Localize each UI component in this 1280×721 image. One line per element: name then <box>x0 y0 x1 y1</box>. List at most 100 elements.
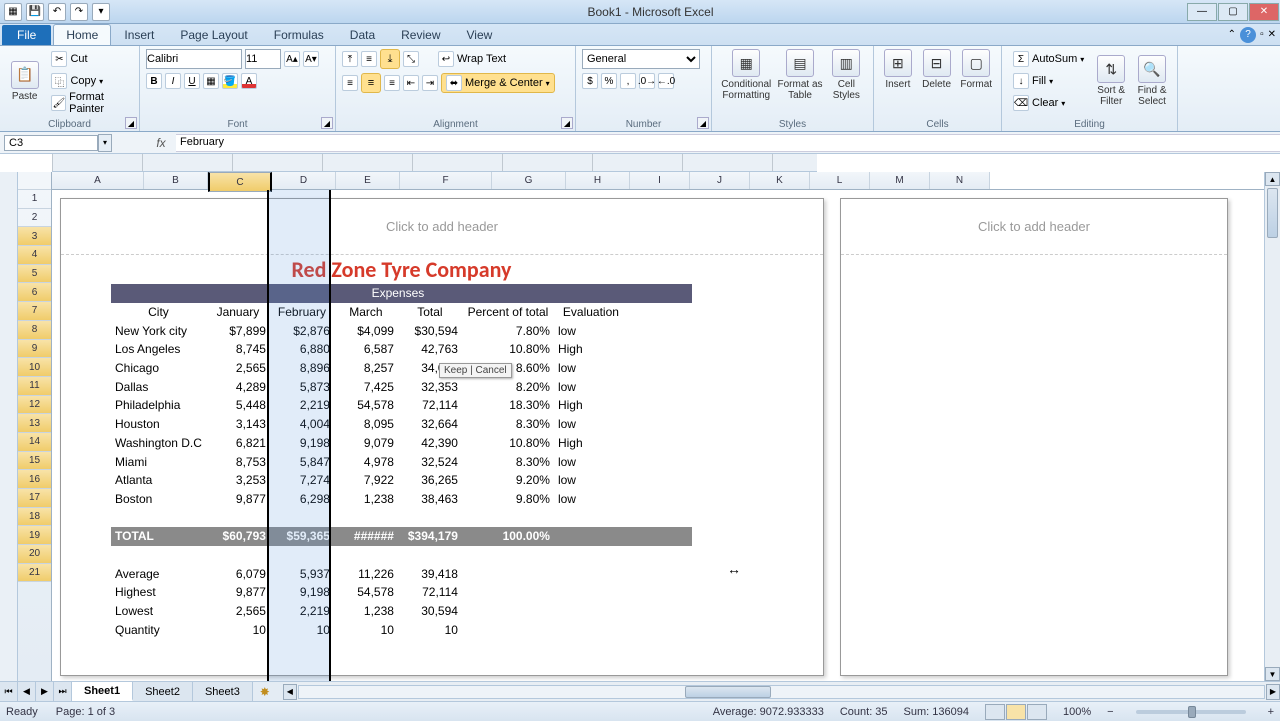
tab-nav-first[interactable]: ⏮ <box>0 682 18 701</box>
vertical-scrollbar[interactable]: ▲ ▼ <box>1264 172 1280 681</box>
row-header-16[interactable]: 16 <box>18 470 51 489</box>
row-header-17[interactable]: 17 <box>18 489 51 508</box>
tab-formulas[interactable]: Formulas <box>261 24 337 45</box>
tab-page-layout[interactable]: Page Layout <box>167 24 260 45</box>
close-mdi-icon[interactable]: ✕ <box>1268 29 1276 40</box>
row-header-11[interactable]: 11 <box>18 377 51 396</box>
align-left-icon[interactable]: ≡ <box>342 75 358 91</box>
row-header-14[interactable]: 14 <box>18 433 51 452</box>
col-header-C[interactable]: C <box>208 172 272 192</box>
sheet-tab-2[interactable]: Sheet2 <box>133 682 193 701</box>
tab-data[interactable]: Data <box>337 24 388 45</box>
row-header-8[interactable]: 8 <box>18 321 51 340</box>
dec-decimal-icon[interactable]: ←.0 <box>658 73 674 89</box>
align-top-icon[interactable]: ⤒ <box>342 51 358 67</box>
sort-filter-button[interactable]: ⇅Sort & Filter <box>1092 55 1130 107</box>
clipboard-dialog-launcher[interactable]: ◢ <box>125 117 137 129</box>
view-page-layout-button[interactable] <box>1006 704 1026 720</box>
font-size-input[interactable] <box>245 49 281 69</box>
zoom-in-button[interactable]: + <box>1268 706 1274 718</box>
delete-button[interactable]: ⊟Delete <box>919 49 955 90</box>
zoom-out-button[interactable]: − <box>1107 706 1113 718</box>
undo-icon[interactable]: ↶ <box>48 3 66 21</box>
tab-file[interactable]: File <box>2 25 51 45</box>
col-header-D[interactable]: D <box>272 172 336 189</box>
view-page-break-button[interactable] <box>1027 704 1047 720</box>
fill-color-button[interactable]: 🪣 <box>222 73 238 89</box>
number-dialog-launcher[interactable]: ◢ <box>697 117 709 129</box>
percent-icon[interactable]: % <box>601 73 617 89</box>
shrink-font-icon[interactable]: A▾ <box>303 51 319 67</box>
scroll-down-icon[interactable]: ▼ <box>1265 667 1280 681</box>
select-all[interactable] <box>18 172 51 190</box>
minimize-ribbon-icon[interactable]: ⌃ <box>1228 29 1236 40</box>
row-header-20[interactable]: 20 <box>18 545 51 564</box>
col-header-G[interactable]: G <box>492 172 566 189</box>
maximize-button[interactable]: ▢ <box>1218 3 1248 21</box>
row-header-15[interactable]: 15 <box>18 452 51 471</box>
new-sheet-button[interactable]: ✸ <box>253 682 277 701</box>
minimize-button[interactable]: — <box>1187 3 1217 21</box>
col-header-H[interactable]: H <box>566 172 630 189</box>
row-header-6[interactable]: 6 <box>18 283 51 302</box>
alignment-dialog-launcher[interactable]: ◢ <box>561 117 573 129</box>
tab-insert[interactable]: Insert <box>111 24 167 45</box>
underline-button[interactable]: U <box>184 73 200 89</box>
row-header-5[interactable]: 5 <box>18 265 51 284</box>
align-center-icon[interactable]: ≡ <box>361 73 381 93</box>
tab-review[interactable]: Review <box>388 24 453 45</box>
format-button[interactable]: ▢Format <box>957 49 995 90</box>
tab-view[interactable]: View <box>454 24 506 45</box>
font-name-input[interactable] <box>146 49 242 69</box>
copy-button[interactable]: ⿻Copy▾ <box>46 71 133 91</box>
help-icon[interactable]: ? <box>1240 27 1256 43</box>
font-color-button[interactable]: A <box>241 73 257 89</box>
col-header-E[interactable]: E <box>336 172 400 189</box>
col-header-L[interactable]: L <box>810 172 870 189</box>
tab-nav-next[interactable]: ▶ <box>36 682 54 701</box>
col-header-K[interactable]: K <box>750 172 810 189</box>
paste-button[interactable]: 📋 Paste <box>6 61 43 102</box>
sheet-tab-1[interactable]: Sheet1 <box>72 682 133 701</box>
horizontal-scrollbar[interactable]: ◀ ▶ <box>283 682 1280 701</box>
clear-button[interactable]: ⌫Clear▾ <box>1008 93 1089 113</box>
align-right-icon[interactable]: ≡ <box>384 75 400 91</box>
header-placeholder[interactable]: Click to add header <box>61 199 823 255</box>
row-header-10[interactable]: 10 <box>18 358 51 377</box>
row-header-19[interactable]: 19 <box>18 526 51 545</box>
tab-nav-last[interactable]: ⏭ <box>54 682 72 701</box>
col-header-M[interactable]: M <box>870 172 930 189</box>
cut-button[interactable]: ✂Cut <box>46 49 133 69</box>
format-as-table-button[interactable]: ▤Format as Table <box>777 49 822 101</box>
excel-icon[interactable]: ▦ <box>4 3 22 21</box>
comma-icon[interactable]: , <box>620 73 636 89</box>
hscroll-thumb[interactable] <box>685 686 771 698</box>
scroll-up-icon[interactable]: ▲ <box>1265 172 1280 186</box>
save-icon[interactable]: 💾 <box>26 3 44 21</box>
row-header-21[interactable]: 21 <box>18 564 51 583</box>
row-header-9[interactable]: 9 <box>18 340 51 359</box>
fx-icon[interactable]: fx <box>152 136 170 150</box>
row-header-12[interactable]: 12 <box>18 396 51 415</box>
format-painter-button[interactable]: 🖌Format Painter <box>46 93 133 113</box>
merge-center-button[interactable]: ⬌Merge & Center▾ <box>441 73 555 93</box>
row-header-3[interactable]: 3 <box>18 227 51 246</box>
scroll-thumb[interactable] <box>1267 188 1278 238</box>
view-normal-button[interactable] <box>985 704 1005 720</box>
name-box[interactable]: C3 <box>4 135 98 151</box>
col-header-F[interactable]: F <box>400 172 492 189</box>
formula-input[interactable]: February <box>176 134 1280 152</box>
inc-decimal-icon[interactable]: .0→ <box>639 73 655 89</box>
scroll-right-icon[interactable]: ▶ <box>1266 684 1280 700</box>
cell-styles-button[interactable]: ▥Cell Styles <box>826 49 867 101</box>
insert-button[interactable]: ⊞Insert <box>880 49 916 90</box>
zoom-slider[interactable] <box>1136 710 1246 714</box>
redo-icon[interactable]: ↷ <box>70 3 88 21</box>
italic-button[interactable]: I <box>165 73 181 89</box>
scroll-left-icon[interactable]: ◀ <box>283 684 297 700</box>
font-dialog-launcher[interactable]: ◢ <box>321 117 333 129</box>
row-header-4[interactable]: 4 <box>18 246 51 265</box>
border-button[interactable]: ▦ <box>203 73 219 89</box>
row-header-2[interactable]: 2 <box>18 209 51 228</box>
col-header-J[interactable]: J <box>690 172 750 189</box>
